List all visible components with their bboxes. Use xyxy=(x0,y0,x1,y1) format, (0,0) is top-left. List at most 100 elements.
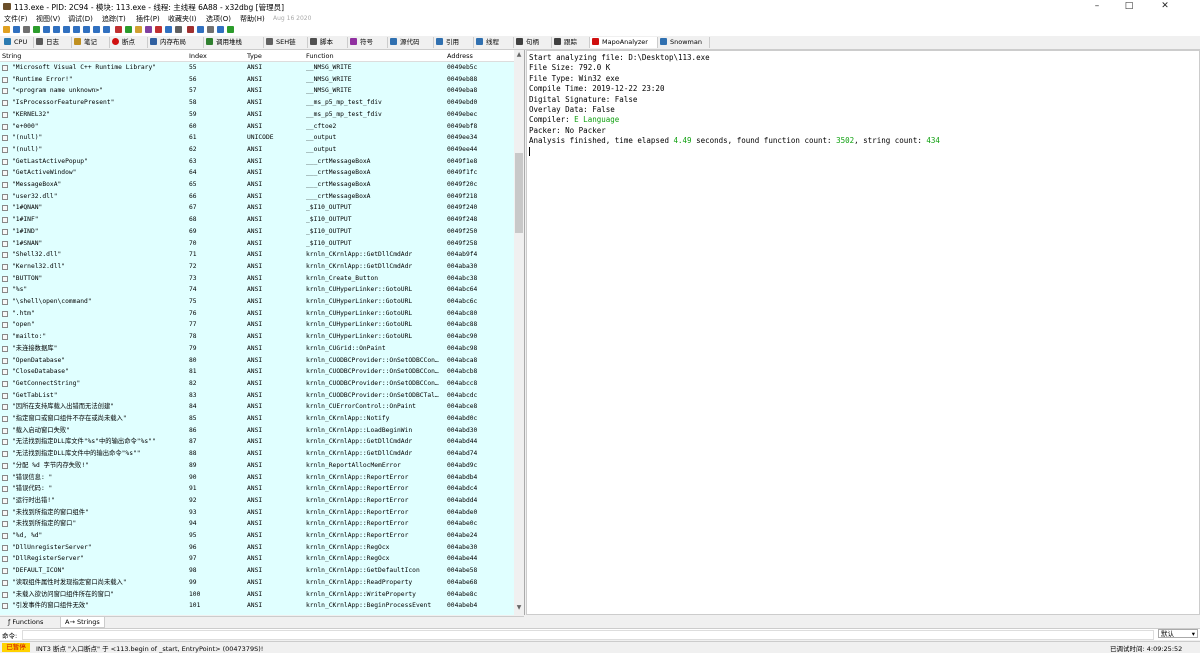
header-type[interactable]: Type xyxy=(247,52,262,60)
table-row[interactable]: "Shell32.dll" 71 ANSI krnln_CKrnlApp::GetDl… xyxy=(0,249,514,261)
breakpoint-toolbar-icon[interactable] xyxy=(115,26,122,33)
table-row[interactable]: "1#SNAN" 70 ANSI _$I10_OUTPUT 0049f258 xyxy=(0,238,514,250)
table-row[interactable]: "IsProcessorFeaturePresent" 58 ANSI __ms_p5… xyxy=(0,97,514,109)
table-row[interactable]: "OpenDatabase" 80 ANSI krnln_CUODBCProvider… xyxy=(0,355,514,367)
table-row[interactable]: "Runtime Error!" 56 ANSI __NMSG_WRITE 0049eb… xyxy=(0,74,514,86)
tab-strings[interactable]: A→ Strings xyxy=(60,617,105,628)
run-icon[interactable] xyxy=(33,26,40,33)
table-row[interactable]: "指定窗口或窗口组件不存在或尚未载入" 85 ANSI krnln_CKrnlApp:… xyxy=(0,413,514,425)
table-row[interactable]: "\shell\open\command" 75 ANSI krnln_CUHyper… xyxy=(0,296,514,308)
patch-icon[interactable] xyxy=(125,26,132,33)
tab-cpu[interactable]: CPU xyxy=(2,37,34,48)
font-icon[interactable] xyxy=(187,26,194,33)
command-input[interactable] xyxy=(22,630,1154,640)
tab-symbols[interactable]: 符号 xyxy=(348,37,388,48)
close-button[interactable]: ✕ xyxy=(1150,1,1180,12)
analyzer-output-pane[interactable]: Start analyzing file: D:\Desktop\113.exe… xyxy=(526,50,1200,615)
open-icon[interactable] xyxy=(3,26,10,33)
settings-icon[interactable] xyxy=(217,26,224,33)
table-row[interactable]: "CloseDatabase" 81 ANSI krnln_CUODBCProvide… xyxy=(0,366,514,378)
tab-threads[interactable]: 线程 xyxy=(474,37,514,48)
table-row[interactable]: "分配 %d 字节内存失败!" 89 ANSI krnln_ReportAllocMe… xyxy=(0,460,514,472)
menu-options[interactable]: 选项(O) xyxy=(206,14,231,24)
close-debug-icon[interactable] xyxy=(23,26,30,33)
table-row[interactable]: "未找到所指定的窗口组件" 93 ANSI krnln_CKrnlApp::Repor… xyxy=(0,507,514,519)
table-row[interactable]: "因所在支持库载入出错而无法创建" 84 ANSI krnln_CUErrorCont… xyxy=(0,401,514,413)
table-row[interactable]: "无法找到指定DLL库文件"%s"中的输出命令"%s"" 87 ANSI krnln_… xyxy=(0,436,514,448)
heart-icon[interactable] xyxy=(227,26,234,33)
minimize-button[interactable]: – xyxy=(1082,1,1112,12)
menu-view[interactable]: 视图(V) xyxy=(36,14,60,24)
execute-till-return-icon[interactable] xyxy=(93,26,100,33)
table-row[interactable]: "mailto:" 78 ANSI krnln_CUHyperLinker::Goto… xyxy=(0,331,514,343)
table-row[interactable]: "未连接数据库" 79 ANSI krnln_CUGrid::OnPaint 004ab… xyxy=(0,343,514,355)
table-row[interactable]: "读取组件属性时发现指定窗口尚未载入" 99 ANSI krnln_CKrnlApp:… xyxy=(0,577,514,589)
tab-seh[interactable]: SEH链 xyxy=(264,37,308,48)
header-function[interactable]: Function xyxy=(306,52,334,60)
tab-source[interactable]: 源代码 xyxy=(388,37,434,48)
tab-log[interactable]: 日志 xyxy=(34,37,72,48)
table-row[interactable]: "GetLastActivePopup" 63 ANSI ___crtMessageB… xyxy=(0,156,514,168)
tab-script[interactable]: 脚本 xyxy=(308,37,348,48)
menu-file[interactable]: 文件(F) xyxy=(4,14,28,24)
table-row[interactable]: "1#INF" 68 ANSI _$I10_OUTPUT 0049f248 xyxy=(0,214,514,226)
table-row[interactable]: ".htm" 76 ANSI krnln_CUHyperLinker::GotoURL… xyxy=(0,308,514,320)
table-row[interactable]: "MessageBoxA" 65 ANSI ___crtMessageBoxA 0049… xyxy=(0,179,514,191)
menu-debug[interactable]: 调试(D) xyxy=(68,14,93,24)
table-row[interactable]: "Kernel32.dll" 72 ANSI krnln_CKrnlApp::GetD… xyxy=(0,261,514,273)
table-row[interactable]: "GetTabList" 83 ANSI krnln_CUODBCProvider::… xyxy=(0,390,514,402)
maximize-button[interactable]: □ xyxy=(1114,1,1144,12)
table-row[interactable]: "未找到所指定的窗口" 94 ANSI krnln_CKrnlApp::ReportE… xyxy=(0,518,514,530)
calculator-icon[interactable] xyxy=(207,26,214,33)
menu-favourites[interactable]: 收藏夹(I) xyxy=(168,14,197,24)
header-string[interactable]: String xyxy=(2,52,21,60)
table-row[interactable]: "%d, %d" 95 ANSI krnln_CKrnlApp::ReportErro… xyxy=(0,530,514,542)
function-icon[interactable] xyxy=(165,26,172,33)
scroll-up-icon[interactable]: ▲ xyxy=(515,51,523,59)
pause-icon[interactable] xyxy=(43,26,50,33)
table-row[interactable]: "DllRegisterServer" 97 ANSI krnln_CKrnlApp:… xyxy=(0,553,514,565)
tab-call-stack[interactable]: 调用堆栈 xyxy=(204,37,264,48)
table-row[interactable]: "DllUnregisterServer" 96 ANSI krnln_CKrnlAp… xyxy=(0,542,514,554)
tab-breakpoints[interactable]: 断点 xyxy=(110,37,148,48)
table-row[interactable]: "e+000" 60 ANSI __cftoe2 0049ebf8 xyxy=(0,121,514,133)
table-row[interactable]: "user32.dll" 66 ANSI ___crtMessageBoxA 0049f… xyxy=(0,191,514,203)
table-row[interactable]: "BUTTON" 73 ANSI krnln_Create_Button 004abc3… xyxy=(0,273,514,285)
table-scrollbar[interactable]: ▲ ▼ xyxy=(514,50,524,615)
comment-icon[interactable] xyxy=(135,26,142,33)
table-row[interactable]: "(null)" 62 ANSI __output 0049ee44 xyxy=(0,144,514,156)
table-row[interactable]: "(null)" 61 UNICODE __output 0049ee34 xyxy=(0,132,514,144)
table-row[interactable]: "1#QNAN" 67 ANSI _$I10_OUTPUT 0049f240 xyxy=(0,202,514,214)
trace-into-icon[interactable] xyxy=(73,26,80,33)
menu-trace[interactable]: 追踪(T) xyxy=(102,14,126,24)
tab-snowman[interactable]: Snowman xyxy=(658,37,710,48)
table-row[interactable]: "GetConnectString" 82 ANSI krnln_CUODBCProv… xyxy=(0,378,514,390)
tab-handles[interactable]: 句柄 xyxy=(514,37,552,48)
run-to-user-code-icon[interactable] xyxy=(103,26,110,33)
bookmark-icon[interactable] xyxy=(155,26,162,33)
tab-references[interactable]: 引用 xyxy=(434,37,474,48)
table-row[interactable]: "错误信息: " 90 ANSI krnln_CKrnlApp::ReportErro… xyxy=(0,472,514,484)
table-row[interactable]: "错误代码: " 91 ANSI krnln_CKrnlApp::ReportErro… xyxy=(0,483,514,495)
table-row[interactable]: "%s" 74 ANSI krnln_CUHyperLinker::GotoURL 00… xyxy=(0,284,514,296)
table-row[interactable]: "DEFAULT_ICON" 98 ANSI krnln_CKrnlApp::GetD… xyxy=(0,565,514,577)
command-mode-select[interactable]: 默认 ▾ xyxy=(1158,629,1198,638)
table-row[interactable]: "未载入欲访问窗口组件所在的窗口" 100 ANSI krnln_CKrnlApp::… xyxy=(0,589,514,601)
trace-over-icon[interactable] xyxy=(83,26,90,33)
tab-notes[interactable]: 笔记 xyxy=(72,37,110,48)
tab-memory-map[interactable]: 内存布局 xyxy=(148,37,204,48)
header-address[interactable]: Address xyxy=(447,52,473,60)
address-icon[interactable] xyxy=(197,26,204,33)
table-row[interactable]: "<program name unknown>" 57 ANSI __NMSG_WRI… xyxy=(0,85,514,97)
table-row[interactable]: "1#IND" 69 ANSI _$I10_OUTPUT 0049f250 xyxy=(0,226,514,238)
table-row[interactable]: "引发事件的窗口组件无效" 101 ANSI krnln_CKrnlApp::Begi… xyxy=(0,600,514,612)
table-row[interactable]: "KERNEL32" 59 ANSI __ms_p5_mp_test_fdiv 0049… xyxy=(0,109,514,121)
tab-trace[interactable]: 跟踪 xyxy=(552,37,590,48)
step-into-icon[interactable] xyxy=(53,26,60,33)
table-row[interactable]: "GetActiveWindow" 64 ANSI ___crtMessageBoxA… xyxy=(0,167,514,179)
menu-plugins[interactable]: 插件(P) xyxy=(136,14,160,24)
step-over-icon[interactable] xyxy=(63,26,70,33)
header-index[interactable]: Index xyxy=(189,52,207,60)
table-row[interactable]: "运行时出错!" 92 ANSI krnln_CKrnlApp::ReportErro… xyxy=(0,495,514,507)
tab-functions[interactable]: ƒ Functions xyxy=(4,617,47,627)
